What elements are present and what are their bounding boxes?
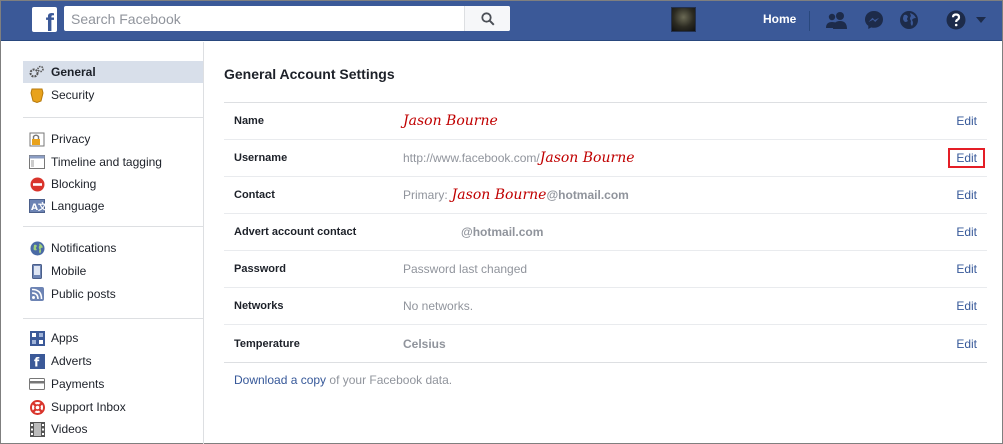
contact-prefix: Primary: [403,188,448,202]
notifications-button[interactable] [897,8,921,32]
lock-icon [29,131,45,147]
search-box [64,6,510,31]
messenger-icon [865,11,883,29]
svg-text:A文: A文 [31,201,45,213]
home-link[interactable]: Home [763,12,796,26]
row-value: Primary: Jason Bourne @hotmail.com [403,187,629,203]
globe-icon [900,11,918,29]
language-icon: A文 [29,198,45,214]
row-value: @hotmail.com [461,225,543,239]
edit-password-link[interactable]: Edit [956,262,977,276]
settings-main: General Account Settings Name Jason Bour… [205,42,1002,444]
email-domain: @hotmail.com [546,188,629,202]
sidebar-item-apps[interactable]: Apps [23,327,203,349]
mobile-icon [29,263,45,279]
row-value: No networks. [403,299,474,313]
redacted-handwriting: Jason Bourne [451,187,547,203]
row-label: Name [234,115,264,127]
sidebar-item-mobile[interactable]: Mobile [23,260,203,282]
settings-row-advert-account-contact[interactable]: Advert account contact @hotmail.com Edit [224,214,987,251]
search-input[interactable] [64,6,464,31]
block-icon [29,176,45,192]
sidebar-item-blocking[interactable]: Blocking [23,173,203,195]
top-bar: f Home [1,1,1002,41]
settings-row-username[interactable]: Username http://www.facebook.com/Jason B… [224,140,987,177]
page-title: General Account Settings [224,66,395,82]
settings-row-networks[interactable]: Networks No networks. Edit [224,288,987,325]
download-copy-link[interactable]: Download a copy [234,373,326,387]
row-value: Password last changed [403,262,528,276]
search-icon [480,11,495,26]
row-value: http://www.facebook.com/Jason Bourne [403,150,635,166]
divider [809,11,810,31]
redacted-handwriting: Jason Bourne [539,150,635,166]
sidebar-item-notifications[interactable]: Notifications [23,237,203,259]
friends-icon [826,12,847,29]
row-label: Password [234,263,286,275]
globe-icon [29,240,45,256]
adverts-icon: f [29,353,45,369]
sidebar-item-payments[interactable]: Payments [23,373,203,395]
row-label: Advert account contact [234,226,357,238]
search-button[interactable] [464,6,510,31]
settings-table: Name Jason Bourne Edit Username http://w… [224,102,987,363]
download-copy-rest: of your Facebook data. [326,373,453,387]
row-label: Username [234,152,288,164]
badge-icon [29,87,45,103]
card-icon [29,376,45,392]
rss-icon [29,286,45,302]
friend-requests-button[interactable] [825,8,849,32]
row-label: Networks [234,300,284,312]
quick-help-button[interactable] [944,8,968,32]
sidebar-item-videos[interactable]: Videos [23,418,203,440]
messages-button[interactable] [862,8,886,32]
settings-row-password[interactable]: Password Password last changed Edit [224,251,987,288]
gears-icon [29,64,45,80]
film-icon [29,421,45,437]
row-label: Temperature [234,337,300,350]
divider [23,117,203,118]
settings-sidebar: General Security Privacy Timeline and ta… [1,42,204,444]
row-label: Contact [234,189,275,201]
sidebar-item-language[interactable]: A文 Language [23,195,203,217]
apps-icon [29,330,45,346]
facebook-logo-icon[interactable]: f [32,7,57,32]
username-url-prefix: http://www.facebook.com/ [403,151,540,165]
divider [23,226,203,227]
timeline-icon [29,154,45,170]
edit-contact-link[interactable]: Edit [956,188,977,202]
sidebar-item-adverts[interactable]: f Adverts [23,350,203,372]
settings-row-name[interactable]: Name Jason Bourne Edit [224,103,987,140]
edit-name-link[interactable]: Edit [956,114,977,128]
edit-networks-link[interactable]: Edit [956,299,977,313]
sidebar-item-general[interactable]: General [23,61,203,83]
profile-avatar[interactable] [671,7,696,32]
sidebar-item-support-inbox[interactable]: Support Inbox [23,396,203,418]
divider [23,318,203,319]
download-copy-text: Download a copy of your Facebook data. [234,373,452,387]
row-value: Celsius [403,336,446,351]
sidebar-item-public-posts[interactable]: Public posts [23,283,203,305]
row-value: Jason Bourne [403,113,498,129]
edit-advert-contact-link[interactable]: Edit [956,225,977,239]
sidebar-item-timeline-and-tagging[interactable]: Timeline and tagging [23,151,203,173]
help-icon [946,10,966,30]
settings-row-contact[interactable]: Contact Primary: Jason Bourne @hotmail.co… [224,177,987,214]
edit-temperature-link[interactable]: Edit [956,337,977,351]
email-domain: @hotmail.com [461,225,544,239]
settings-row-temperature[interactable]: Temperature Celsius Edit [224,325,987,362]
account-menu-button[interactable] [971,12,991,28]
sidebar-item-security[interactable]: Security [23,84,203,106]
redacted-handwriting: Jason Bourne [403,113,498,129]
lifebuoy-icon [29,399,45,415]
svg-text:f: f [34,355,40,369]
caret-down-icon [976,17,986,23]
sidebar-item-privacy[interactable]: Privacy [23,128,203,150]
edit-username-link[interactable]: Edit [948,148,985,168]
